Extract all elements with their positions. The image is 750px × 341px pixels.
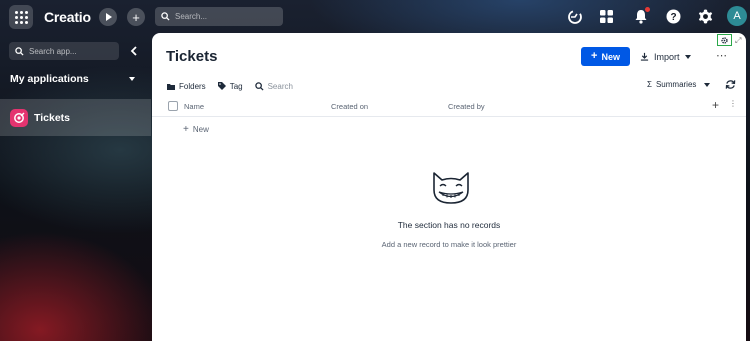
chevron-down-icon [704,82,711,87]
import-button[interactable]: Import [640,47,691,66]
my-applications-heading[interactable]: My applications [10,73,89,85]
search-icon [15,46,24,56]
app-search-input[interactable] [29,46,114,56]
notifications-button[interactable] [632,7,650,25]
summaries-label: Summaries [655,80,697,89]
app-launcher-button[interactable] [9,5,33,29]
column-header-created-on[interactable]: Created on [331,102,368,111]
column-header-created-by[interactable]: Created by [448,102,485,111]
tickets-app-icon [10,108,28,127]
chevron-down-icon[interactable] [129,77,135,81]
download-icon [640,52,649,61]
refresh-icon[interactable] [725,79,736,90]
more-actions-button[interactable]: ⋯ [716,49,728,62]
global-search[interactable] [155,7,283,26]
page-title: Tickets [166,48,218,65]
sigma-icon: Σ [647,80,652,89]
grid-icon [14,10,28,24]
column-header-name[interactable]: Name [184,102,204,111]
plus-icon: + [183,124,189,135]
new-button-label: New [601,51,620,62]
plus-icon: + [132,9,140,25]
table-header: Name Created on Created by + ⋮ [152,96,746,117]
chevron-down-icon [684,54,691,59]
list-search-input[interactable] [267,81,328,91]
help-button[interactable]: ? [665,8,682,25]
search-icon [254,81,264,91]
empty-state-subtitle: Add a new record to make it look prettie… [381,240,517,249]
chevron-left-icon [130,46,137,56]
top-bar: Creatio + ? [0,0,750,33]
apps-icon [600,10,613,23]
add-record-label: New [192,125,209,134]
tag-button[interactable]: Tag [217,81,243,91]
help-icon: ? [666,9,681,24]
settings-button[interactable] [697,8,714,25]
list-search[interactable] [254,81,328,91]
add-record-row[interactable]: + New [183,124,209,135]
notification-badge [645,7,650,12]
folders-label: Folders [179,81,206,91]
folders-button[interactable]: Folders [167,82,206,91]
folder-icon [167,83,175,90]
empty-state-cat-icon [433,172,469,204]
sidebar-item-tickets[interactable]: Tickets [0,99,151,136]
apps-button[interactable] [598,8,615,25]
import-button-label: Import [654,51,680,62]
tag-icon [217,82,226,90]
brand-logo: Creatio [44,9,91,25]
main-panel: ⤢ Tickets + New Import ⋯ Folders Tag Sea… [152,33,746,341]
user-avatar[interactable]: A [727,6,747,26]
add-column-button[interactable]: + [712,98,719,112]
filter-toolbar: Folders Tag [167,79,340,93]
run-process-button[interactable] [99,8,117,26]
page-settings-button[interactable] [717,34,732,46]
play-icon [106,13,112,21]
plus-icon: + [591,50,598,62]
quick-add-button[interactable]: + [127,8,145,26]
gear-icon [698,9,713,24]
expand-icon[interactable]: ⤢ [735,36,741,46]
creatio-ai-icon [567,9,582,24]
collapse-sidebar-button[interactable] [127,44,139,58]
app-search[interactable] [9,42,119,60]
search-icon [161,12,170,21]
column-options-button[interactable]: ⋮ [729,99,737,108]
sidebar-item-label: Tickets [34,111,70,124]
svg-text:?: ? [670,12,676,23]
select-all-checkbox[interactable] [168,101,178,111]
sidebar: My applications Tickets [0,33,151,341]
summaries-button[interactable]: Σ Summaries [647,80,711,89]
empty-state-title: The section has no records [397,220,501,230]
new-record-button[interactable]: + New [581,47,630,66]
gear-icon [721,36,728,44]
creatio-ai-button[interactable] [566,8,583,25]
global-search-input[interactable] [175,12,275,21]
tag-label: Tag [229,81,243,91]
